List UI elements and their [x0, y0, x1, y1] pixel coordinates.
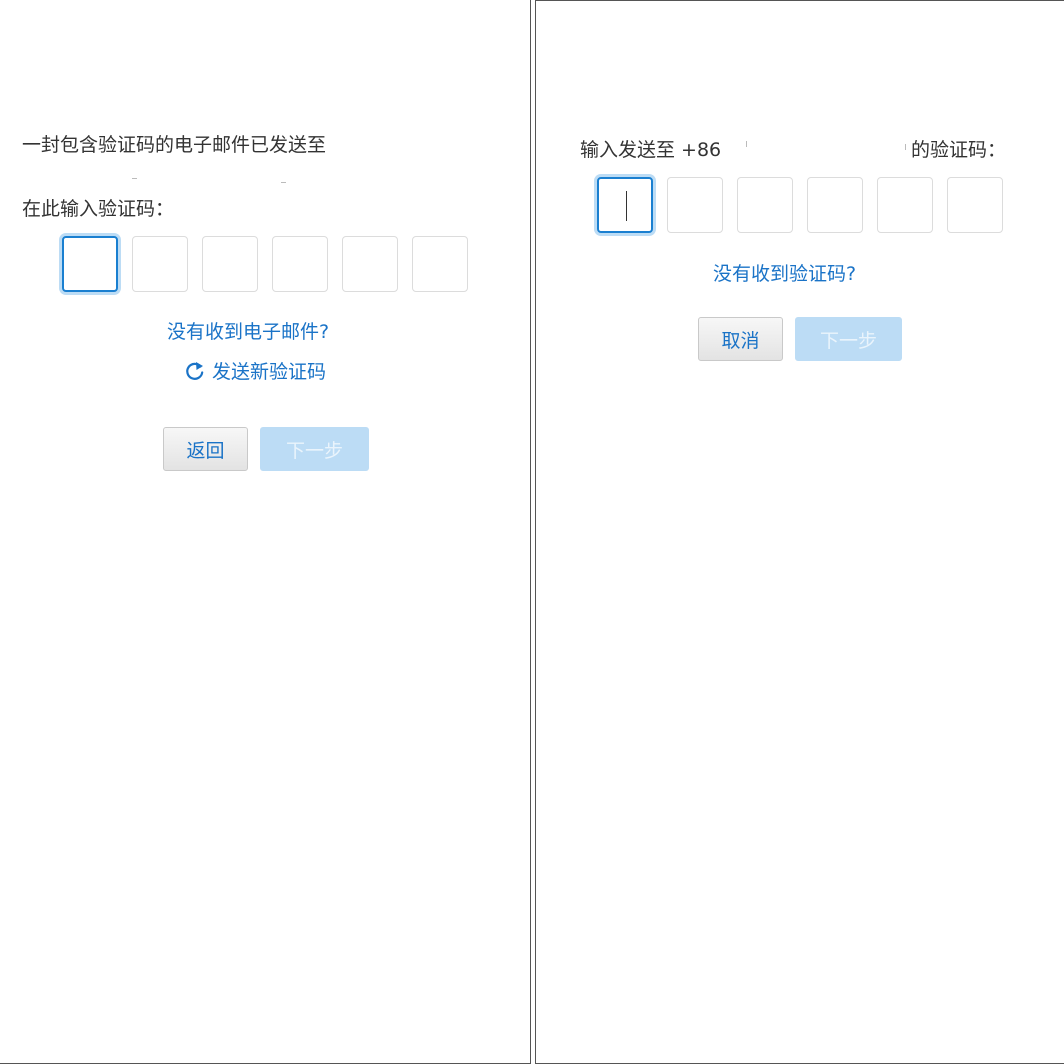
phone-prompt-suffix: 的验证码： — [911, 139, 1007, 161]
code-digit-input[interactable] — [667, 177, 723, 233]
code-digit-input[interactable] — [62, 236, 118, 292]
code-digit-input[interactable] — [597, 177, 653, 233]
code-digit-input[interactable] — [807, 177, 863, 233]
resend-code-link[interactable]: 发送新验证码 — [184, 357, 326, 384]
phone-code-inputs — [597, 177, 1003, 233]
phone-prompt-prefix: 输入发送至 +86 — [580, 139, 722, 161]
no-email-link[interactable]: 没有收到电子邮件? — [167, 317, 329, 344]
phone-verification-panel: 输入发送至 +86 的验证码： 没有收到验证码? 取消 下一步 — [535, 0, 1064, 1064]
cancel-button[interactable]: 取消 — [698, 317, 783, 361]
code-digit-input[interactable] — [342, 236, 398, 292]
redacted-email-mark — [132, 178, 137, 179]
code-digit-input[interactable] — [202, 236, 258, 292]
code-digit-input[interactable] — [737, 177, 793, 233]
code-digit-input[interactable] — [132, 236, 188, 292]
redacted-phone-mark — [746, 141, 747, 147]
no-code-link[interactable]: 没有收到验证码? — [713, 259, 856, 286]
next-button-disabled[interactable]: 下一步 — [795, 317, 902, 361]
email-code-inputs — [62, 236, 468, 292]
redacted-phone-mark — [905, 144, 906, 150]
email-verification-panel: 一封包含验证码的电子邮件已发送至 在此输入验证码： 没有收到电子邮件? 发送新验… — [0, 0, 531, 1064]
code-digit-input[interactable] — [412, 236, 468, 292]
screenshot-canvas: 一封包含验证码的电子邮件已发送至 在此输入验证码： 没有收到电子邮件? 发送新验… — [0, 0, 1064, 1064]
code-digit-input[interactable] — [877, 177, 933, 233]
text-caret — [626, 191, 627, 221]
redacted-email-mark — [281, 182, 286, 183]
next-button-disabled[interactable]: 下一步 — [260, 427, 369, 471]
sent-message: 一封包含验证码的电子邮件已发送至 — [22, 134, 327, 156]
enter-code-label: 在此输入验证码： — [22, 198, 175, 220]
back-button[interactable]: 返回 — [163, 427, 248, 471]
refresh-icon — [186, 361, 204, 380]
resend-code-label: 发送新验证码 — [212, 361, 327, 383]
code-digit-input[interactable] — [947, 177, 1003, 233]
code-digit-input[interactable] — [272, 236, 328, 292]
